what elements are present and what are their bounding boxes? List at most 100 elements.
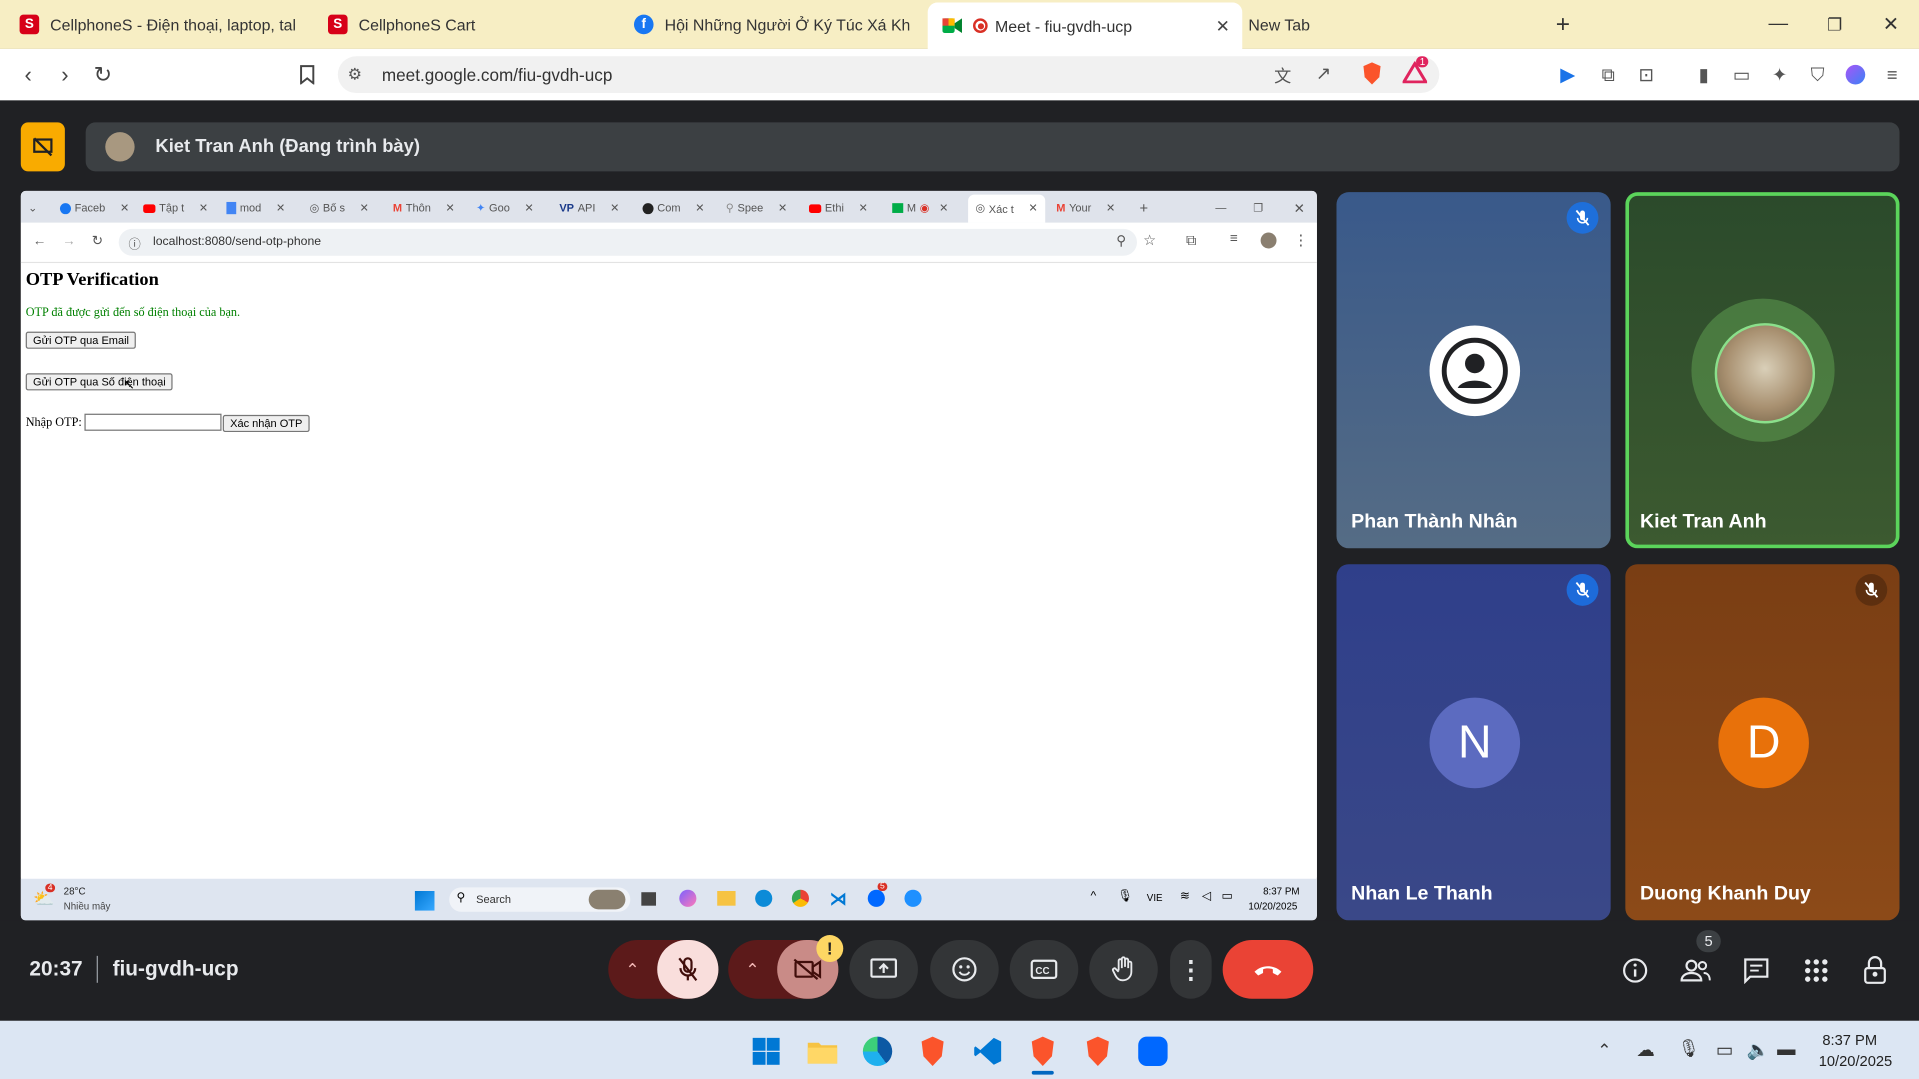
brave-shields-icon[interactable]: [1361, 61, 1383, 85]
file-explorer-icon: [717, 890, 736, 906]
arrow-right-icon: ›: [61, 61, 69, 87]
confirm-otp-button[interactable]: Xác nhận OTP: [222, 414, 310, 433]
leave-call-button[interactable]: [1222, 939, 1314, 999]
openai-icon: ◎: [309, 201, 320, 214]
otp-input[interactable]: [84, 413, 222, 431]
tab-cellphones-cart[interactable]: S CellphoneS Cart: [308, 0, 636, 49]
chevron-up-icon[interactable]: ⌃: [1597, 1040, 1611, 1061]
send-otp-phone-button[interactable]: Gửi OTP qua Số điện thoại: [25, 373, 174, 391]
close-icon: ✕: [1882, 14, 1900, 36]
tab-search-icon[interactable]: ⊡: [1633, 61, 1660, 88]
brave-button[interactable]: [913, 1032, 952, 1071]
close-icon: ✕: [1293, 201, 1305, 217]
shared-tab: M ◉ ✕: [892, 196, 948, 220]
tab-cellphones-home[interactable]: S CellphoneS - Điện thoại, laptop, table: [0, 0, 328, 49]
vpn-icon[interactable]: ⛉: [1804, 61, 1831, 88]
participant-tile[interactable]: N Nhan Le Thanh: [1336, 564, 1611, 921]
more-options-button[interactable]: ⋮: [1170, 939, 1212, 999]
present-screen-button[interactable]: [849, 939, 918, 999]
profile-icon[interactable]: [1842, 61, 1869, 88]
participant-tile[interactable]: Phan Thành Nhân: [1336, 192, 1611, 549]
site-settings-icon[interactable]: ⚙: [348, 65, 362, 85]
close-tab-icon[interactable]: ✕: [1216, 15, 1230, 36]
end-call-icon: [1254, 966, 1282, 976]
success-message: OTP đã được gửi đến số điện thoại của bạ…: [25, 305, 241, 320]
forward-button[interactable]: ›: [49, 59, 81, 91]
leo-play-icon[interactable]: ▶: [1554, 61, 1581, 88]
windows-start-button[interactable]: [747, 1032, 786, 1071]
video-options-button[interactable]: ⌃: [745, 959, 759, 980]
lock-person-icon: [1864, 956, 1886, 984]
send-otp-email-button[interactable]: Gửi OTP qua Email: [25, 331, 137, 349]
people-button[interactable]: [1677, 952, 1714, 989]
stop-presenting-button[interactable]: [20, 122, 65, 172]
facebook-icon: [59, 202, 71, 214]
clock-date[interactable]: 10/20/2025: [1819, 1053, 1893, 1070]
activities-button[interactable]: [1798, 952, 1835, 989]
media-icon: ≡: [1230, 231, 1238, 247]
tab-title: New Tab: [1248, 15, 1310, 34]
edge-button[interactable]: [858, 1032, 897, 1071]
plus-icon: +: [1555, 10, 1571, 38]
vscode-button[interactable]: [968, 1032, 1007, 1071]
meeting-time: 20:37: [29, 957, 83, 981]
arrow-right-icon: →: [62, 233, 76, 249]
back-button[interactable]: ‹: [12, 59, 44, 91]
share-icon[interactable]: ↗: [1316, 62, 1331, 85]
volume-icon[interactable]: 🔈: [1747, 1039, 1770, 1061]
participant-name: Kiet Tran Anh: [1640, 511, 1767, 533]
zalo-button[interactable]: [1133, 1032, 1172, 1071]
globe-icon: ◎: [975, 201, 986, 215]
host-controls-button[interactable]: [1857, 952, 1894, 989]
zoom-icon: ⚲: [1116, 233, 1127, 249]
tab-google-meet[interactable]: Meet - fiu-gvdh-ucp ✕: [927, 2, 1243, 49]
meeting-details-button[interactable]: [1617, 952, 1654, 989]
volume-icon: ◁: [1201, 889, 1212, 904]
reactions-button[interactable]: [930, 939, 999, 999]
shared-tab: Com ✕: [642, 196, 704, 220]
battery-icon: ▭: [1221, 889, 1234, 904]
tab-facebook-group[interactable]: f Hội Những Người Ở Ký Túc Xá Khu B: [617, 0, 943, 49]
shared-omnibox: ⓘ localhost:8080/send-otp-phone ⚲: [118, 228, 1138, 256]
onedrive-icon[interactable]: ☁: [1636, 1039, 1654, 1061]
mic-icon[interactable]: 🎙: [1678, 1038, 1700, 1059]
presenter-label: Kiet Tran Anh (Đang trình bày): [155, 135, 420, 157]
translate-icon[interactable]: 文: [1274, 64, 1291, 88]
raise-hand-button[interactable]: [1089, 939, 1158, 999]
minimize-button[interactable]: —: [1750, 0, 1806, 49]
new-tab-button[interactable]: +: [1535, 0, 1591, 49]
network-icon[interactable]: ▭: [1716, 1039, 1733, 1061]
omnibox[interactable]: ⚙ meet.google.com/fiu-gvdh-ucp 文 ↗ 1: [337, 56, 1440, 94]
tab-title: Hội Những Người Ở Ký Túc Xá Khu B: [664, 15, 910, 34]
gemini-icon: ✦: [476, 201, 486, 214]
extensions-icon[interactable]: ⧉: [1595, 61, 1622, 88]
audio-options-button[interactable]: ⌃: [625, 959, 639, 980]
file-explorer-button[interactable]: [803, 1032, 842, 1071]
mic-toggle-button[interactable]: [657, 939, 719, 999]
battery-icon[interactable]: ▬: [1777, 1039, 1795, 1060]
leo-ai-icon[interactable]: ✦: [1766, 61, 1793, 88]
brave-icon: [921, 1036, 944, 1067]
edge-icon: [862, 1036, 893, 1067]
chat-button[interactable]: [1738, 952, 1775, 989]
clock-time[interactable]: 8:37 PM: [1822, 1032, 1877, 1049]
otp-label: Nhập OTP:: [25, 416, 82, 430]
brave-profile-button[interactable]: [1078, 1032, 1117, 1071]
warning-badge: !: [816, 935, 844, 962]
reload-button[interactable]: ↻: [87, 59, 119, 91]
tab-new-tab[interactable]: New Tab: [1234, 0, 1555, 49]
folder-icon: [807, 1042, 838, 1064]
youtube-icon: [808, 203, 822, 213]
close-window-button[interactable]: ✕: [1863, 0, 1919, 49]
participant-tile[interactable]: D Duong Khanh Duy: [1625, 564, 1900, 921]
brave-button-active[interactable]: [1023, 1032, 1062, 1071]
captions-button[interactable]: CC: [1009, 939, 1079, 999]
bookmark-button[interactable]: [291, 59, 323, 91]
participant-tile-speaking[interactable]: Kiet Tran Anh: [1625, 192, 1900, 549]
sidebar-icon[interactable]: ▮: [1690, 61, 1717, 88]
chevron-up-icon: ^: [1090, 889, 1097, 904]
avatar: [105, 132, 135, 162]
wallet-icon[interactable]: ▭: [1728, 61, 1755, 88]
maximize-button[interactable]: ❐: [1806, 0, 1862, 49]
menu-icon[interactable]: ≡: [1879, 61, 1906, 88]
